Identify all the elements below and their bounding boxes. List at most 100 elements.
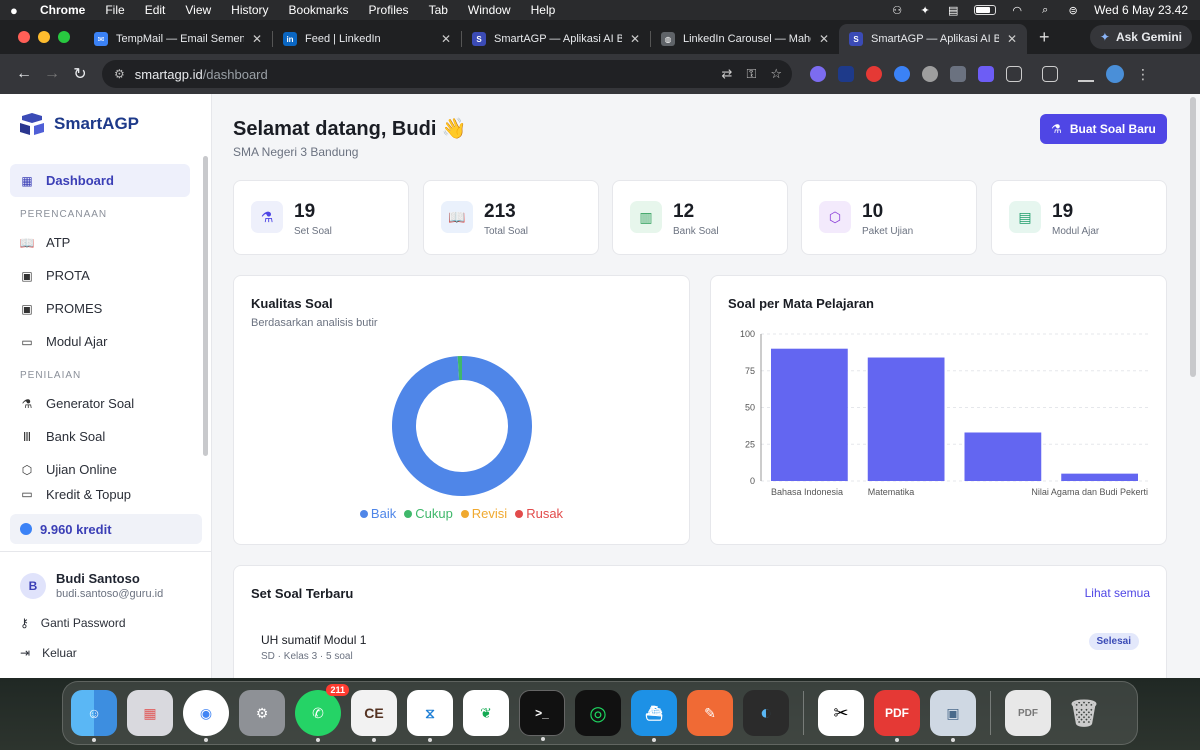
close-window-button[interactable] (18, 31, 30, 43)
puzzle-icon[interactable] (1006, 66, 1022, 82)
reload-icon[interactable]: ↻ (66, 64, 94, 84)
system-settings-icon[interactable]: ⚙ (239, 690, 285, 736)
menu-window[interactable]: Window (468, 3, 511, 17)
menu-help[interactable]: Help (531, 3, 556, 17)
sidebar-scrollbar[interactable] (203, 156, 208, 456)
donut-slice-baik[interactable] (392, 356, 532, 496)
finder-icon[interactable]: ☺ (71, 690, 117, 742)
sidebar-item-generator-soal[interactable]: ⚗ Generator Soal (10, 387, 190, 420)
new-tab-button[interactable]: + (1027, 27, 1062, 54)
bookmark-star-icon[interactable]: ☆ (770, 66, 782, 82)
capcut-icon[interactable]: ✂ (818, 690, 864, 736)
close-tab-icon[interactable]: ✕ (630, 32, 640, 46)
zoom-window-button[interactable] (58, 31, 70, 43)
bar[interactable] (964, 432, 1042, 481)
extension-icon[interactable] (894, 66, 910, 82)
chrome-menu-icon[interactable]: ⋮ (1136, 66, 1150, 83)
extension-icon[interactable] (950, 66, 966, 82)
see-all-link[interactable]: Lihat semua (1085, 586, 1150, 600)
sidebar-item-promes[interactable]: ▣ PROMES (10, 292, 190, 325)
translate-icon[interactable]: ⇄ (722, 66, 733, 82)
legend-item-cukup[interactable]: Cukup (404, 506, 453, 521)
ask-gemini-button[interactable]: ✦ Ask Gemini (1089, 25, 1192, 49)
page-scrollbar[interactable] (1190, 97, 1196, 377)
chrome-icon[interactable]: ◉ (183, 690, 229, 742)
legend-item-revisi[interactable]: Revisi (460, 506, 507, 521)
stat-card-modul-ajar[interactable]: ▤ 19 Modul Ajar (991, 180, 1167, 255)
extension-icon[interactable] (866, 66, 882, 82)
key-icon[interactable]: ⚿ (746, 66, 756, 82)
trash-icon[interactable]: 🗑 (1061, 690, 1107, 736)
menu-app-name[interactable]: Chrome (40, 3, 85, 17)
logout-button[interactable]: ⇥ Keluar (20, 646, 77, 660)
stat-card-total-soal[interactable]: 📖 213 Total Soal (423, 180, 599, 255)
tab-linkedin-feed[interactable]: in Feed | LinkedIn ✕ (273, 24, 461, 54)
pdf-document-icon[interactable]: PDF (1005, 690, 1051, 736)
list-item[interactable]: UH sumatif Modul 1 SD · Kelas 3 · 5 soal… (244, 618, 1139, 678)
menubar-datetime[interactable]: Wed 6 May 23.42 (1094, 3, 1188, 17)
legend-item-baik[interactable]: Baik (359, 506, 396, 521)
address-bar[interactable]: ⚙ smartagp.id/dashboard ⇄ ⚿ ☆ (102, 60, 792, 88)
stat-card-set-soal[interactable]: ⚗ 19 Set Soal (233, 180, 409, 255)
quicktime-icon[interactable]: ◐ (743, 690, 789, 736)
pdf-icon[interactable]: ▤ (946, 4, 960, 17)
sidebar-item-kredit-topup[interactable]: ▭ Kredit & Topup (10, 486, 190, 502)
terminal-icon[interactable]: >_ (519, 690, 565, 741)
mongodb-icon[interactable]: ❦ (463, 690, 509, 736)
sidebar-item-ujian-online[interactable]: ⬡ Ujian Online (10, 453, 190, 486)
create-question-set-button[interactable]: ⚗ Buat Soal Baru (1040, 114, 1167, 144)
menu-bookmarks[interactable]: Bookmarks (289, 3, 349, 17)
search-icon[interactable]: ⌕ (1038, 4, 1052, 16)
bar[interactable] (771, 348, 848, 481)
forward-icon[interactable]: → (38, 65, 66, 83)
sidebar-item-prota[interactable]: ▣ PROTA (10, 259, 190, 292)
extension-icon[interactable] (922, 66, 938, 82)
launchpad-icon[interactable]: ▦ (127, 690, 173, 736)
brand-logo[interactable]: SmartAGP (18, 112, 139, 136)
menu-edit[interactable]: Edit (145, 3, 166, 17)
sidebar-item-dashboard[interactable]: ▦ Dashboard (10, 164, 190, 197)
download-icon[interactable] (1078, 66, 1094, 82)
legend-item-rusak[interactable]: Rusak (515, 506, 563, 521)
minimize-window-button[interactable] (38, 31, 50, 43)
stat-card-bank-soal[interactable]: ▥ 12 Bank Soal (612, 180, 788, 255)
bar[interactable] (867, 357, 945, 481)
profile-avatar[interactable] (1106, 65, 1124, 83)
control-center-icon[interactable]: ⊜ (1066, 4, 1080, 17)
close-tab-icon[interactable]: ✕ (1007, 32, 1017, 46)
menu-file[interactable]: File (105, 3, 124, 17)
postman-icon[interactable]: ✎ (687, 690, 733, 736)
stat-card-paket-ujian[interactable]: ⬡ 10 Paket Ujian (801, 180, 977, 255)
user-switch-icon[interactable]: ⚇ (890, 4, 904, 17)
site-info-icon[interactable]: ⚙ (114, 67, 125, 81)
apple-icon[interactable]: ● (10, 3, 24, 18)
vscode-icon[interactable]: ⧖ (407, 690, 453, 742)
pdf-app-icon[interactable]: PDF (874, 690, 920, 742)
tab-smartagp-active[interactable]: S SmartAGP — Aplikasi AI Buat ✕ (839, 24, 1027, 54)
sidebar-item-atp[interactable]: 📖 ATP (10, 226, 190, 259)
menu-profiles[interactable]: Profiles (369, 3, 409, 17)
menu-history[interactable]: History (231, 3, 268, 17)
change-password-button[interactable]: ⚷ Ganti Password (20, 616, 126, 630)
close-tab-icon[interactable]: ✕ (819, 32, 829, 46)
app-icon[interactable]: CE (351, 690, 397, 742)
menu-view[interactable]: View (185, 3, 211, 17)
extension-icon[interactable] (978, 66, 994, 82)
bar[interactable] (1061, 473, 1138, 481)
tab-tempmail[interactable]: ✉ TempMail — Email Sementara ✕ (84, 24, 272, 54)
close-tab-icon[interactable]: ✕ (252, 32, 262, 46)
whatsapp-icon[interactable]: ✆ 211 (295, 684, 349, 742)
close-tab-icon[interactable]: ✕ (441, 32, 451, 46)
menu-tab[interactable]: Tab (429, 3, 448, 17)
docker-icon[interactable]: ⛴ (631, 690, 677, 742)
sidebar-item-modul-ajar[interactable]: ▭ Modul Ajar (10, 325, 190, 358)
wifi-icon[interactable]: ◠ (1010, 4, 1024, 17)
tab-search-icon[interactable] (1042, 66, 1058, 82)
tab-linkedin-carousel[interactable]: ◍ LinkedIn Carousel — Mahen ✕ (651, 24, 839, 54)
back-icon[interactable]: ← (10, 65, 38, 83)
extension-icon[interactable] (838, 66, 854, 82)
sparkle-icon[interactable]: ✦ (918, 4, 932, 17)
spotify-icon[interactable]: ◎ (575, 690, 621, 736)
preview-icon[interactable]: ▣ (930, 690, 976, 742)
sidebar-item-bank-soal[interactable]: Ⅲ Bank Soal (10, 420, 190, 453)
